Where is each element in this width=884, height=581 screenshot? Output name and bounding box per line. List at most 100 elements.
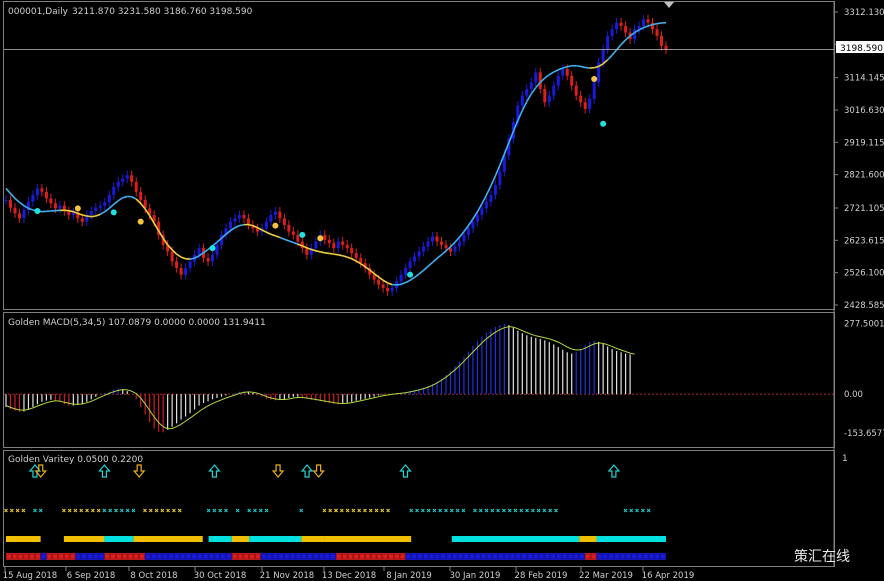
candle-body bbox=[107, 195, 111, 203]
signal-dot bbox=[74, 205, 81, 212]
watermark: 策汇在线 bbox=[794, 548, 850, 565]
ma-segment bbox=[585, 66, 590, 69]
x-marker bbox=[154, 508, 159, 513]
candle-body bbox=[606, 35, 610, 50]
arrow-up-icon bbox=[300, 464, 314, 478]
ma-segment bbox=[261, 229, 267, 233]
ma-segment bbox=[652, 22, 658, 26]
x-marker bbox=[554, 508, 558, 513]
ma-segment bbox=[333, 253, 339, 256]
x-marker bbox=[438, 508, 443, 513]
x-marker bbox=[542, 508, 547, 513]
candle-body bbox=[345, 244, 349, 249]
candle-body bbox=[534, 72, 538, 83]
time-tick-label: 8 Oct 2018 bbox=[130, 571, 177, 581]
arrow-up-icon bbox=[208, 464, 221, 478]
ma-segment bbox=[405, 279, 411, 284]
candle-body bbox=[466, 228, 470, 235]
candle-body bbox=[655, 29, 659, 36]
arrow-down-icon bbox=[312, 464, 325, 478]
candle-body bbox=[525, 88, 529, 96]
candle-body bbox=[574, 85, 578, 96]
candle-body bbox=[35, 188, 39, 196]
candle-body bbox=[17, 213, 21, 219]
ma-segment bbox=[423, 265, 429, 271]
x-marker bbox=[536, 508, 541, 513]
candle-body bbox=[520, 95, 524, 106]
ma-segment bbox=[189, 257, 195, 260]
ma-segment bbox=[239, 223, 245, 227]
chart-canvas: 3312.1303214.6353114.1453016.6302919.115… bbox=[3, 1, 884, 581]
price-tick-label: 3114.145 bbox=[844, 74, 884, 84]
candle-body bbox=[287, 224, 291, 232]
candle-body bbox=[40, 188, 44, 192]
candle-body bbox=[664, 45, 668, 50]
candle-body bbox=[498, 171, 502, 186]
candle-body bbox=[480, 208, 484, 215]
candle-body bbox=[264, 221, 268, 229]
price-tick-label: 2526.100 bbox=[844, 269, 884, 279]
ma-segment bbox=[607, 54, 613, 61]
candle-body bbox=[489, 195, 493, 202]
ma-segment bbox=[382, 279, 389, 284]
ma-segment bbox=[427, 261, 434, 267]
candle-body bbox=[233, 218, 237, 222]
ma-segment bbox=[95, 213, 101, 217]
time-tick-label: 15 Aug 2018 bbox=[3, 571, 57, 581]
price-tick-label: 2919.115 bbox=[844, 138, 884, 148]
ma-segment bbox=[5, 187, 12, 194]
candle-body bbox=[547, 95, 551, 103]
ma-segment bbox=[616, 44, 622, 51]
ma-segment bbox=[86, 215, 92, 218]
x-marker bbox=[85, 508, 89, 513]
candle-body bbox=[377, 279, 381, 285]
x-marker bbox=[148, 508, 153, 513]
candle-body bbox=[336, 241, 340, 249]
signal-dot bbox=[137, 218, 144, 225]
ma-segment bbox=[580, 65, 586, 69]
ma-segment bbox=[562, 65, 568, 69]
candle-body bbox=[624, 25, 628, 33]
ma-segment bbox=[180, 256, 186, 260]
x-marker bbox=[415, 508, 419, 513]
ma-segment bbox=[117, 197, 124, 202]
candle-body bbox=[89, 211, 93, 215]
ma-segment bbox=[454, 236, 461, 243]
ma-segment bbox=[288, 240, 294, 244]
candle-body bbox=[588, 98, 592, 109]
ma-segment bbox=[485, 185, 492, 196]
candle-body bbox=[529, 82, 533, 89]
signal-dot bbox=[600, 120, 607, 127]
x-marker bbox=[125, 508, 130, 513]
candle-body bbox=[592, 82, 596, 99]
candle-body bbox=[601, 49, 605, 63]
candle-body bbox=[94, 207, 98, 212]
x-marker bbox=[334, 508, 338, 513]
time-axis: 15 Aug 2018 6 Sep 2018 8 Oct 2018 30 Oct 20… bbox=[3, 567, 694, 581]
trend-bar-segment bbox=[301, 536, 325, 542]
x-marker bbox=[67, 508, 72, 513]
candle-body bbox=[570, 75, 574, 86]
last-price-label: 3198.590 bbox=[840, 44, 883, 54]
variety-plot bbox=[4, 464, 666, 560]
chart-shift-marker[interactable] bbox=[664, 2, 674, 8]
candle-body bbox=[354, 253, 358, 259]
ma-segment bbox=[548, 71, 555, 76]
trend-bar-segment bbox=[411, 536, 452, 542]
candle-body bbox=[179, 268, 183, 275]
candle-body bbox=[112, 186, 116, 196]
candle-body bbox=[462, 234, 466, 242]
x-marker bbox=[345, 508, 350, 513]
ma-segment bbox=[99, 210, 106, 216]
candle-body bbox=[206, 258, 210, 262]
time-tick-label: 30 Jan 2019 bbox=[450, 571, 501, 581]
macd-tick-label: 0.00 bbox=[844, 390, 863, 400]
ma-segment bbox=[338, 254, 343, 257]
candle-body bbox=[44, 191, 48, 199]
x-marker bbox=[4, 508, 8, 513]
ma-segment bbox=[108, 203, 115, 209]
candle-body bbox=[139, 191, 143, 201]
candle-body bbox=[130, 175, 134, 182]
x-marker bbox=[548, 508, 553, 513]
arrow-up-icon bbox=[399, 464, 412, 478]
